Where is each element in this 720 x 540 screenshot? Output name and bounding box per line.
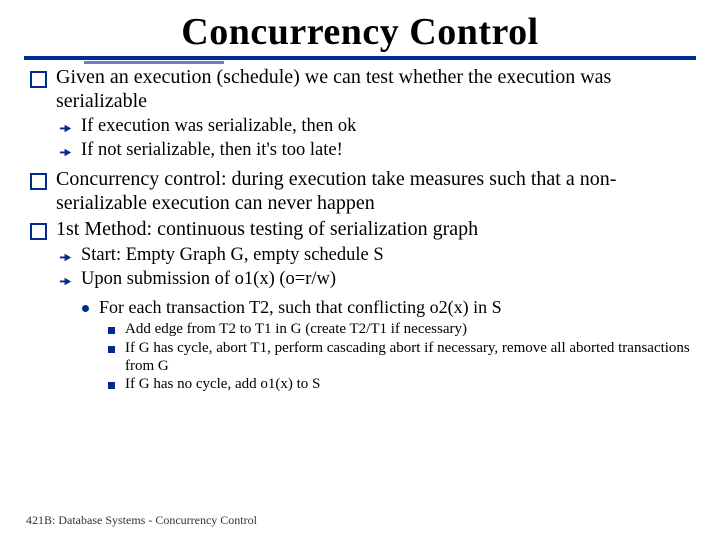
- bullet-text: If G has no cycle, add o1(x) to S: [125, 375, 320, 393]
- list-item: If not serializable, then it's too late!: [58, 140, 696, 164]
- slide-footer: 421B: Database Systems - Concurrency Con…: [26, 513, 257, 528]
- slide: Concurrency Control Given an execution (…: [0, 0, 720, 540]
- bullet-text: If G has cycle, abort T1, perform cascad…: [125, 339, 696, 376]
- sub-sub-list: For each transaction T2, such that confl…: [82, 297, 696, 318]
- hand-icon: [58, 249, 73, 269]
- square-bullet-icon: [30, 173, 47, 190]
- bullet-text: Upon submission of o1(x) (o=r/w): [81, 269, 336, 290]
- slide-title: Concurrency Control: [24, 10, 696, 54]
- list-item: If G has no cycle, add o1(x) to S: [108, 375, 696, 393]
- title-rule: [24, 56, 696, 60]
- sub-list: Start: Empty Graph G, empty schedule S U…: [58, 245, 696, 293]
- list-item: 1st Method: continuous testing of serial…: [30, 218, 696, 242]
- square-bullet-icon: [30, 223, 47, 240]
- list-item: Given an execution (schedule) we can tes…: [30, 66, 696, 113]
- bullet-list: Given an execution (schedule) we can tes…: [30, 66, 696, 113]
- sub-sub-sub-list: Add edge from T2 to T1 in G (create T2/T…: [108, 320, 696, 393]
- bullet-text: Given an execution (schedule) we can tes…: [56, 66, 696, 113]
- list-item: Add edge from T2 to T1 in G (create T2/T…: [108, 320, 696, 338]
- list-item: Concurrency control: during execution ta…: [30, 168, 696, 215]
- bullet-text: Add edge from T2 to T1 in G (create T2/T…: [125, 320, 467, 338]
- hand-icon: [58, 273, 73, 293]
- bullet-text: Concurrency control: during execution ta…: [56, 168, 696, 215]
- list-item: If G has cycle, abort T1, perform cascad…: [108, 339, 696, 376]
- bullet-text: If not serializable, then it's too late!: [81, 140, 343, 161]
- hand-icon: [58, 120, 73, 140]
- list-item: Upon submission of o1(x) (o=r/w): [58, 269, 696, 293]
- bullet-text: For each transaction T2, such that confl…: [99, 297, 502, 318]
- list-item: If execution was serializable, then ok: [58, 116, 696, 140]
- list-item: For each transaction T2, such that confl…: [82, 297, 696, 318]
- hand-icon: [58, 144, 73, 164]
- diamond-bullet-icon: [108, 327, 115, 334]
- square-bullet-icon: [30, 71, 47, 88]
- dot-bullet-icon: [82, 305, 89, 312]
- bullet-list: Concurrency control: during execution ta…: [30, 168, 696, 242]
- diamond-bullet-icon: [108, 346, 115, 353]
- bullet-text: 1st Method: continuous testing of serial…: [56, 218, 478, 242]
- bullet-text: If execution was serializable, then ok: [81, 116, 356, 137]
- diamond-bullet-icon: [108, 382, 115, 389]
- bullet-text: Start: Empty Graph G, empty schedule S: [81, 245, 384, 266]
- list-item: Start: Empty Graph G, empty schedule S: [58, 245, 696, 269]
- sub-list: If execution was serializable, then ok I…: [58, 116, 696, 164]
